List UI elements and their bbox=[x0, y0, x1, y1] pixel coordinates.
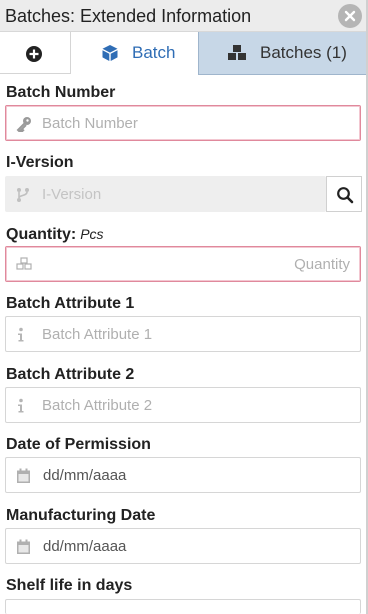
shelf-life-label: Shelf life in days bbox=[6, 577, 133, 594]
cube-icon bbox=[102, 45, 118, 61]
window-title: Batches: Extended Information bbox=[5, 6, 252, 26]
search-icon bbox=[337, 187, 354, 204]
title-bar: Batches: Extended Information bbox=[0, 0, 368, 32]
branch-icon bbox=[17, 188, 29, 202]
date-of-permission-field[interactable]: dd/mm/aaaa bbox=[5, 457, 361, 493]
batch-attribute-2-label: Batch Attribute 2 bbox=[6, 366, 135, 383]
manufacturing-date-label: Manufacturing Date bbox=[6, 507, 156, 524]
date-of-permission-value: dd/mm/aaaa bbox=[43, 467, 127, 484]
tab-batches-label: Batches (1) bbox=[260, 43, 347, 62]
batch-attribute-2-field[interactable]: Batch Attribute 2 bbox=[5, 387, 361, 423]
close-button[interactable] bbox=[338, 4, 362, 28]
info-icon bbox=[18, 327, 24, 342]
calendar-icon bbox=[17, 539, 30, 554]
batch-attribute-2-placeholder: Batch Attribute 2 bbox=[42, 397, 153, 414]
cubes-icon bbox=[228, 45, 246, 60]
add-tab-button[interactable] bbox=[0, 32, 71, 74]
i-version-label: I-Version bbox=[6, 154, 74, 171]
quantity-placeholder: Quantity bbox=[294, 256, 350, 273]
batch-number-label: Batch Number bbox=[6, 84, 116, 101]
plus-circle-icon bbox=[26, 46, 42, 62]
batch-attribute-1-placeholder: Batch Attribute 1 bbox=[42, 326, 153, 343]
quantity-label-text: Quantity: bbox=[6, 226, 77, 243]
close-icon bbox=[344, 10, 356, 22]
tab-batch-label: Batch bbox=[132, 43, 176, 62]
tab-batch[interactable]: Batch bbox=[71, 32, 198, 75]
key-icon bbox=[16, 117, 31, 132]
i-version-search-button[interactable] bbox=[326, 176, 362, 212]
manufacturing-date-field[interactable]: dd/mm/aaaa bbox=[5, 528, 361, 564]
i-version-placeholder: I-Version bbox=[42, 186, 102, 203]
cubes-icon bbox=[16, 257, 32, 270]
tab-batches[interactable]: Batches (1) bbox=[198, 32, 366, 75]
shelf-life-field[interactable] bbox=[5, 599, 361, 614]
i-version-field[interactable]: I-Version bbox=[5, 176, 326, 212]
quantity-label: Quantity: Pcs bbox=[6, 226, 104, 244]
quantity-unit: Pcs bbox=[80, 226, 104, 242]
batch-number-field[interactable]: Batch Number bbox=[5, 105, 361, 141]
manufacturing-date-value: dd/mm/aaaa bbox=[43, 538, 127, 555]
batch-attribute-1-label: Batch Attribute 1 bbox=[6, 295, 135, 312]
batch-number-placeholder: Batch Number bbox=[42, 115, 138, 132]
date-of-permission-label: Date of Permission bbox=[6, 436, 151, 453]
calendar-icon bbox=[17, 468, 30, 483]
quantity-field[interactable]: Quantity bbox=[5, 246, 361, 282]
batch-attribute-1-field[interactable]: Batch Attribute 1 bbox=[5, 316, 361, 352]
info-icon bbox=[18, 398, 24, 413]
